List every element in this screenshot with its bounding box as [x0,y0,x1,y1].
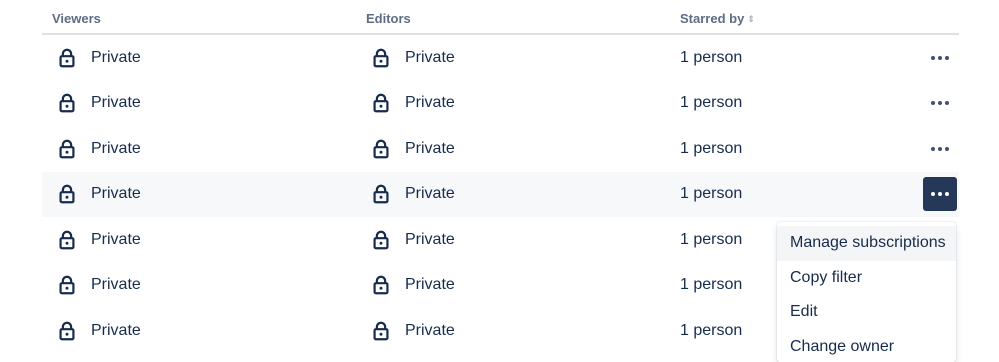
viewers-cell: Private [56,217,141,263]
table-header: Viewers Editors Starred by⇕ [42,0,959,35]
menu-item-edit[interactable]: Edit [777,295,956,330]
viewers-value: Private [91,276,141,294]
editors-value: Private [405,322,455,340]
lock-icon [370,183,392,205]
viewers-value: Private [91,322,141,340]
more-actions-button[interactable] [923,86,957,120]
lock-icon [56,274,78,296]
starred-by-value[interactable]: 1 person [680,94,742,112]
starred-by-cell: 1 person [680,126,742,172]
starred-by-value[interactable]: 1 person [680,185,742,203]
column-header-viewers[interactable]: Viewers [52,11,101,26]
viewers-cell: Private [56,263,141,309]
lock-icon [370,229,392,251]
column-header-starred-by[interactable]: Starred by⇕ [680,11,755,26]
viewers-cell: Private [56,35,141,81]
more-icon [931,147,949,151]
row-actions-menu: Manage subscriptionsCopy filterEditChang… [777,222,956,362]
lock-icon [56,92,78,114]
viewers-value: Private [91,231,141,249]
editors-value: Private [405,231,455,249]
starred-by-cell: 1 person [680,308,742,354]
more-icon [931,56,949,60]
viewers-cell: Private [56,308,141,354]
more-actions-button[interactable] [923,177,957,211]
table-row: Private Private 1 person [42,35,959,81]
more-actions-button[interactable] [923,41,957,75]
starred-by-cell: 1 person [680,81,742,127]
editors-cell: Private [370,126,455,172]
editors-cell: Private [370,217,455,263]
starred-by-value[interactable]: 1 person [680,276,742,294]
more-icon [931,101,949,105]
table-row: Private Private 1 person [42,172,959,218]
lock-icon [56,47,78,69]
starred-by-cell: 1 person [680,217,742,263]
starred-by-cell: 1 person [680,172,742,218]
viewers-value: Private [91,185,141,203]
editors-cell: Private [370,81,455,127]
editors-cell: Private [370,35,455,81]
starred-by-value[interactable]: 1 person [680,140,742,158]
starred-by-cell: 1 person [680,35,742,81]
editors-cell: Private [370,172,455,218]
editors-value: Private [405,185,455,203]
menu-item-change-owner[interactable]: Change owner [777,330,956,362]
lock-icon [56,138,78,160]
editors-value: Private [405,140,455,158]
lock-icon [56,320,78,342]
starred-by-value[interactable]: 1 person [680,231,742,249]
lock-icon [370,92,392,114]
viewers-cell: Private [56,126,141,172]
viewers-value: Private [91,49,141,67]
lock-icon [56,229,78,251]
sort-icon[interactable]: ⇕ [747,15,755,24]
lock-icon [370,138,392,160]
viewers-cell: Private [56,81,141,127]
lock-icon [56,183,78,205]
editors-value: Private [405,49,455,67]
table-row: Private Private 1 person [42,126,959,172]
lock-icon [370,320,392,342]
lock-icon [370,47,392,69]
menu-item-copy-filter[interactable]: Copy filter [777,261,956,296]
column-header-editors[interactable]: Editors [366,11,411,26]
starred-by-cell: 1 person [680,263,742,309]
lock-icon [370,274,392,296]
column-header-starred-by-label: Starred by [680,11,744,26]
table-row: Private Private 1 person [42,81,959,127]
viewers-value: Private [91,94,141,112]
editors-cell: Private [370,308,455,354]
viewers-cell: Private [56,172,141,218]
starred-by-value[interactable]: 1 person [680,49,742,67]
viewers-value: Private [91,140,141,158]
editors-cell: Private [370,263,455,309]
editors-value: Private [405,276,455,294]
starred-by-value[interactable]: 1 person [680,322,742,340]
more-icon [931,192,949,196]
menu-item-manage-subscriptions[interactable]: Manage subscriptions [777,226,956,261]
editors-value: Private [405,94,455,112]
more-actions-button[interactable] [923,132,957,166]
